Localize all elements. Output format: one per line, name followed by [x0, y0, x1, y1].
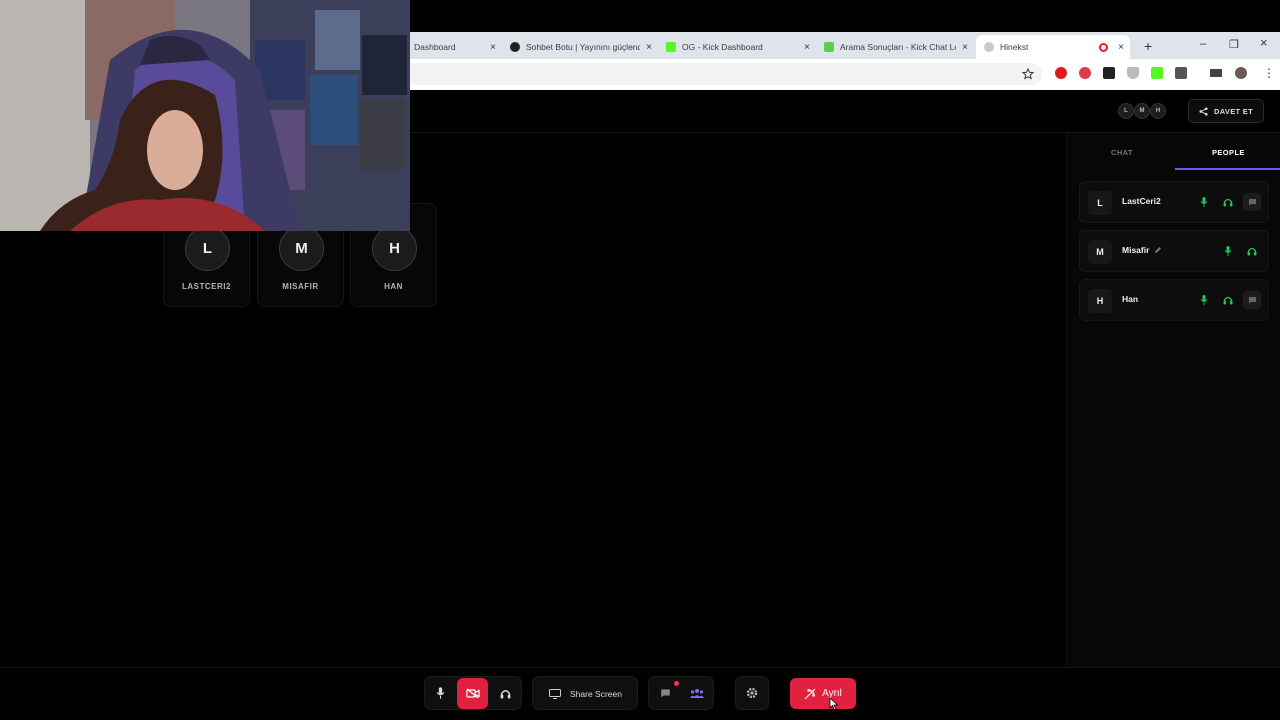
leave-call-button[interactable]: Ayrıl [790, 678, 856, 709]
puzzle-extension-icon[interactable] [1175, 67, 1187, 79]
mic-icon[interactable] [1198, 294, 1210, 306]
people-toggle-button[interactable] [683, 679, 711, 707]
avatar: H [1088, 289, 1112, 313]
mic-toggle-button[interactable] [426, 679, 454, 707]
mic-icon[interactable] [1198, 196, 1210, 208]
avatar: H [372, 226, 417, 271]
headphones-icon[interactable] [1222, 196, 1234, 208]
profile-avatar[interactable] [1235, 67, 1247, 79]
avatar: M [1088, 240, 1112, 264]
header-participant-avatar: L [1118, 103, 1134, 119]
chat-bubble-icon [1248, 297, 1256, 304]
browser-toolbar: ⋮ [410, 59, 1280, 90]
message-button[interactable] [1243, 193, 1261, 211]
gear-icon [746, 687, 758, 699]
person-row[interactable]: H Han [1079, 279, 1269, 321]
github-favicon-icon [510, 42, 520, 52]
headphones-icon[interactable] [1222, 294, 1234, 306]
invite-button[interactable]: DAVET ET [1188, 99, 1264, 123]
tab-close-icon[interactable]: × [646, 42, 652, 53]
mouse-cursor-icon [829, 697, 839, 711]
browser-tab[interactable]: Dashboard × [410, 35, 502, 59]
kick-extension-icon[interactable] [1151, 67, 1163, 79]
person-name: Han [1122, 294, 1139, 304]
tab-close-icon[interactable]: × [490, 42, 496, 53]
share-screen-label: Share Screen [570, 689, 622, 699]
call-page: Dashboard × Sohbet Botu | Yayınını güçle… [0, 0, 1280, 720]
opera-extension-icon[interactable] [1055, 67, 1067, 79]
person-name: Misafir [1122, 245, 1150, 255]
address-field[interactable] [410, 63, 1042, 85]
share-icon [1199, 106, 1208, 116]
browser-tab-bar: Dashboard × Sohbet Botu | Yayınını güçle… [410, 32, 1280, 59]
call-controls-bar [0, 667, 1280, 720]
record-extension-icon[interactable] [1079, 67, 1091, 79]
kick-favicon-icon [666, 42, 676, 52]
participant-name: LASTCERI2 [182, 282, 231, 291]
person-row[interactable]: L LastCeri2 [1079, 181, 1269, 223]
minimize-button[interactable]: – [1200, 38, 1206, 50]
mic-icon[interactable] [1222, 245, 1234, 257]
window-close-button[interactable]: × [1260, 35, 1268, 50]
monitor-icon [549, 689, 561, 699]
shield-extension-icon[interactable] [1127, 67, 1139, 79]
avatar: L [185, 226, 230, 271]
participant-name: HAN [384, 282, 403, 291]
headphones-icon [500, 689, 510, 698]
browser-tab[interactable]: Arama Sonuçları - Kick Chat Lo × [816, 35, 974, 59]
people-icon [690, 689, 704, 698]
bookmark-star-icon[interactable] [1022, 68, 1034, 80]
browser-tab[interactable]: Sohbet Botu | Yayınını güçlendi × [502, 35, 658, 59]
active-tab-indicator [1175, 168, 1280, 170]
tab-chat[interactable]: CHAT [1111, 148, 1133, 157]
browser-tab-active[interactable]: Hinekst × [976, 35, 1130, 59]
chat-bubble-icon [660, 689, 670, 698]
settings-button[interactable] [735, 676, 769, 710]
mic-icon [436, 687, 444, 699]
tab-close-icon[interactable]: × [1118, 42, 1124, 53]
deafen-toggle-button[interactable] [491, 679, 519, 707]
chat-bubble-icon [1248, 199, 1256, 206]
edit-pencil-icon[interactable] [1154, 246, 1162, 254]
message-button[interactable] [1243, 291, 1261, 309]
person-name: LastCeri2 [1122, 196, 1161, 206]
camera-off-icon [465, 688, 480, 699]
participant-name: MISAFIR [282, 282, 319, 291]
header-participant-avatar: H [1150, 103, 1166, 119]
header-participant-avatar: M [1134, 103, 1150, 119]
hinekst-favicon-icon [984, 42, 994, 52]
tab-close-icon[interactable]: × [962, 42, 968, 53]
kick-chat-favicon-icon [824, 42, 834, 52]
camera-toggle-button[interactable] [457, 678, 488, 709]
avatar: M [279, 226, 324, 271]
maximize-button[interactable]: ❐ [1229, 38, 1239, 51]
webcam-overlay [0, 0, 410, 231]
people-panel: CHAT PEOPLE L LastCeri2 M Misafir H Han [1066, 133, 1280, 667]
webcam-feed-image [0, 0, 410, 231]
tab-people[interactable]: PEOPLE [1212, 148, 1245, 157]
unread-indicator [674, 681, 679, 686]
headphones-icon[interactable] [1246, 245, 1258, 257]
browser-tab[interactable]: OG - Kick Dashboard × [658, 35, 816, 59]
phone-hangup-icon [804, 688, 816, 699]
recording-icon [1099, 42, 1109, 52]
media-controls-icon[interactable] [1210, 69, 1222, 77]
avatar: L [1088, 191, 1112, 215]
person-row[interactable]: M Misafir [1079, 230, 1269, 272]
tab-close-icon[interactable]: × [804, 42, 810, 53]
new-tab-button[interactable]: + [1144, 38, 1152, 54]
browser-menu-icon[interactable]: ⋮ [1263, 67, 1275, 79]
square-extension-icon[interactable] [1103, 67, 1115, 79]
